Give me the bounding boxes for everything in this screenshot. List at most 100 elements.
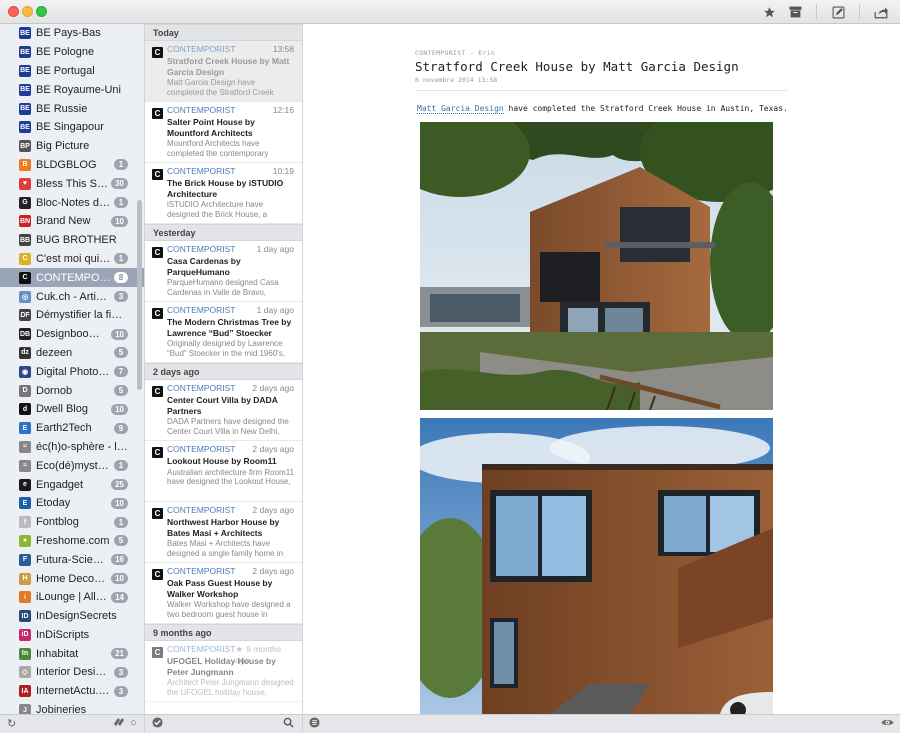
unread-count-badge: 9 xyxy=(114,422,128,434)
zoom-window-button[interactable] xyxy=(36,6,47,17)
sidebar-feed-item[interactable]: ♥ Bless This Stuff 30 xyxy=(0,174,144,193)
sidebar-feed-item[interactable]: C CONTEMPORIST 8 xyxy=(0,268,144,288)
sidebar-feed-item[interactable]: BE BE Portugal xyxy=(0,62,144,81)
article-time: 2 days ago xyxy=(252,444,294,455)
article-list-title: The Brick House by iSTUDIO Architecture xyxy=(167,178,284,199)
sidebar-feed-item[interactable]: i iLounge | All Thi... 14 xyxy=(0,588,144,607)
compose-icon[interactable] xyxy=(827,3,849,21)
feed-favicon-icon: f xyxy=(19,516,31,529)
check-icon[interactable] xyxy=(152,717,163,731)
article-meta: CONTEMPORIST 2 days ago xyxy=(167,566,294,577)
unread-count-badge: 5 xyxy=(114,535,128,547)
sidebar-feed-item[interactable]: ID InDesignSecrets xyxy=(0,607,144,626)
feed-name: Designboom -... xyxy=(36,328,109,341)
article-list-item[interactable]: C CONTEMPORIST 2 days ago Center Court Vill… xyxy=(145,380,302,441)
feed-name: InDesignSecrets xyxy=(36,610,117,623)
sidebar-feed-item[interactable]: BE BE Pays-Bas xyxy=(0,24,144,43)
article-list-item[interactable]: C CONTEMPORIST 2 days ago Northwest Harbor … xyxy=(145,502,302,563)
reading-pane: CONTEMPORIST - Erin Stratford Creek Hous… xyxy=(303,24,900,714)
sidebar-feed-item[interactable]: F Futura-Science... 16 xyxy=(0,550,144,569)
sidebar-feed-item[interactable]: ≈ éc(h)o-sphère - le bl... xyxy=(0,438,144,457)
sidebar-feed-item[interactable]: DB Designboom -... 10 xyxy=(0,325,144,344)
feed-favicon-icon: BE xyxy=(19,64,31,77)
sidebar-feed-item[interactable]: BE BE Singapour xyxy=(0,118,144,137)
sidebar-feed-item[interactable]: f Fontblog 1 xyxy=(0,513,144,532)
feed-favicon-icon: B xyxy=(19,158,31,171)
article-body-link[interactable]: Matt Garcia Design xyxy=(417,104,504,114)
sidebar-feed-item[interactable]: G Bloc-Notes de B... 1 xyxy=(0,193,144,212)
feed-name: Futura-Science... xyxy=(36,553,108,566)
sidebar-feed-item[interactable]: dz dezeen 5 xyxy=(0,344,144,363)
circle-icon[interactable]: ○ xyxy=(130,717,137,729)
article-time: ★ 9 months ago xyxy=(235,644,294,665)
article-list-item[interactable]: C CONTEMPORIST 2 days ago Lookout House by … xyxy=(145,441,302,502)
mark-all-read-icon[interactable] xyxy=(113,717,125,730)
sidebar-scrollbar[interactable] xyxy=(137,200,142,390)
article-list-item[interactable]: C CONTEMPORIST ★ 9 months ago UFOGEL Holiday… xyxy=(145,641,302,702)
article-list-item[interactable]: C CONTEMPORIST 12:16 Salter Point House by … xyxy=(145,102,302,163)
unread-count-badge: 1 xyxy=(114,460,128,472)
share-icon[interactable] xyxy=(870,3,892,21)
article-body: Matt Garcia Design have completed the St… xyxy=(417,104,788,114)
list-icon[interactable] xyxy=(309,717,320,731)
sidebar-feed-item[interactable]: d Dwell Blog 10 xyxy=(0,400,144,419)
article-list-item[interactable]: C CONTEMPORIST 10:19 The Brick House by iST… xyxy=(145,163,302,224)
sidebar-feed-item[interactable]: ● Freshome.com 5 xyxy=(0,532,144,551)
unread-count-badge: 8 xyxy=(114,272,128,284)
sidebar-feed-item[interactable]: BN Brand New 10 xyxy=(0,212,144,231)
minimize-window-button[interactable] xyxy=(22,6,33,17)
unread-count-badge: 25 xyxy=(111,479,128,491)
sidebar-feed-item[interactable]: J Jobineries xyxy=(0,701,144,714)
article-meta: CONTEMPORIST 10:19 xyxy=(167,166,294,177)
contemporist-feed-icon: C xyxy=(152,308,163,319)
star-icon[interactable] xyxy=(758,3,780,21)
sidebar-feed-item[interactable]: ◎ Cuk.ch - Articles 3 xyxy=(0,287,144,306)
sidebar-feed-item[interactable]: BE BE Pologne xyxy=(0,43,144,62)
sidebar-feed-item[interactable]: ≈ Eco(dé)mystificateur 1 xyxy=(0,456,144,475)
sidebar-feed-item[interactable]: H Home Decoratin... 10 xyxy=(0,569,144,588)
feed-name: BE Russie xyxy=(36,102,88,115)
toolbar-separator xyxy=(816,4,817,20)
article-feed-name: CONTEMPORIST xyxy=(167,244,236,254)
feed-favicon-icon: d xyxy=(19,403,31,416)
article-list-title: The Modern Christmas Tree by Lawrence “B… xyxy=(167,317,292,338)
sidebar-feed-item[interactable]: ◇ Interior Design Ideas 3 xyxy=(0,663,144,682)
sidebar-feed-item[interactable]: BE BE Royaume-Uni xyxy=(0,80,144,99)
article-excerpt: Walker Workshop have designed a two bedr… xyxy=(167,600,291,619)
refresh-icon[interactable]: ↻ xyxy=(7,717,16,730)
sidebar-feed-item[interactable]: IA InternetActu.net 3 xyxy=(0,682,144,701)
sidebar-feed-item[interactable]: B BLDGBLOG 1 xyxy=(0,156,144,175)
unread-count-badge: 30 xyxy=(111,178,128,190)
feed-name: Jobineries xyxy=(36,704,87,714)
article-list-item[interactable]: C CONTEMPORIST 1 day ago Casa Cardenas by P… xyxy=(145,241,302,302)
article-list-item[interactable]: C CONTEMPORIST 13:58 Stratford Creek House … xyxy=(145,41,302,102)
feed-name: Big Picture xyxy=(36,140,90,153)
feed-name: Fontblog xyxy=(36,516,79,529)
sidebar-feed-item[interactable]: C C'est moi qui l'ai... 1 xyxy=(0,250,144,269)
search-icon[interactable] xyxy=(283,717,294,731)
feed-favicon-icon: D xyxy=(19,384,31,397)
close-window-button[interactable] xyxy=(8,6,19,17)
sidebar-feed-item[interactable]: BE BE Russie xyxy=(0,99,144,118)
eye-icon[interactable] xyxy=(881,717,894,731)
sidebar-feed-item[interactable]: ◉ Digital Photograp... 7 xyxy=(0,362,144,381)
archive-icon[interactable] xyxy=(784,3,806,21)
feed-name: Earth2Tech xyxy=(36,422,92,435)
sidebar-feed-item[interactable]: BB BUG BROTHER xyxy=(0,231,144,250)
sidebar-feed-item[interactable]: iD InDiScripts xyxy=(0,626,144,645)
article-list: Today C CONTEMPORIST 13:58 Stratford Creek H… xyxy=(145,24,303,714)
sidebar-feed-item[interactable]: In Inhabitat 21 xyxy=(0,644,144,663)
sidebar-feed-item[interactable]: E Earth2Tech 9 xyxy=(0,419,144,438)
sidebar-feed-item[interactable]: e Engadget 25 xyxy=(0,475,144,494)
feed-favicon-icon: ◇ xyxy=(19,666,31,679)
sidebar-feed-item[interactable]: D Dornob 5 xyxy=(0,381,144,400)
sidebar-feed-item[interactable]: DF Démystifier la finance xyxy=(0,306,144,325)
sidebar-feed-item[interactable]: E Etoday 10 xyxy=(0,494,144,513)
feed-name: Brand New xyxy=(36,215,91,228)
article-list-item[interactable]: C CONTEMPORIST 2 days ago Oak Pass Guest Ho… xyxy=(145,563,302,624)
article-list-item[interactable]: C CONTEMPORIST 1 day ago The Modern Christm… xyxy=(145,302,302,363)
feed-favicon-icon: C xyxy=(19,252,31,265)
feed-name: iLounge | All Thi... xyxy=(36,591,108,604)
sidebar-feed-item[interactable]: BP Big Picture xyxy=(0,137,144,156)
feed-favicon-icon: BB xyxy=(19,234,31,247)
